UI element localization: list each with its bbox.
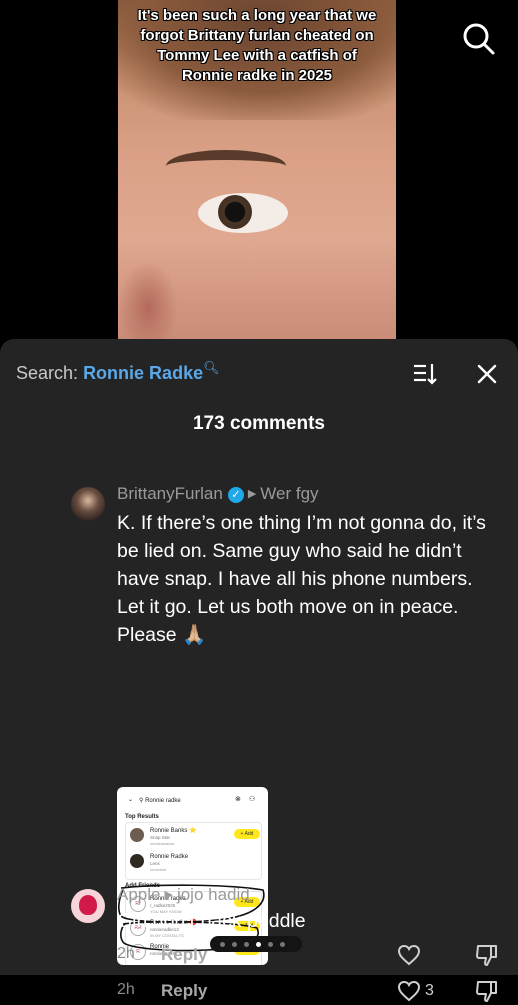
video-nose <box>118 260 178 340</box>
close-icon[interactable] <box>474 361 500 387</box>
pager-dot-active <box>256 942 261 947</box>
image-result-handle: ronnieswanks <box>150 841 175 846</box>
like-count: 3 <box>425 982 434 999</box>
carousel-pager <box>210 936 302 952</box>
image-add-button: + Add <box>234 829 260 839</box>
image-result-row: Ronnie Banks ⭐ Snap Star ronnieswanks + … <box>130 826 260 850</box>
pager-dot <box>232 942 237 947</box>
sort-icon[interactable] <box>412 361 438 387</box>
reply-to-name[interactable]: Wer fgy <box>260 484 318 503</box>
search-query-link[interactable]: Ronnie Radke <box>83 363 203 383</box>
comment-meta: Apple ▶ jojo hadid <box>117 885 250 905</box>
reply-arrow-icon: ▶ <box>247 488 257 500</box>
search-icon[interactable] <box>462 22 496 56</box>
reply-button[interactable]: Reply <box>161 945 207 965</box>
pager-dot <box>268 942 273 947</box>
image-search-text: ⚲ Ronnie radke <box>139 798 181 804</box>
comment-footer: 2h Reply 3 <box>117 979 502 1005</box>
pager-dot <box>280 942 285 947</box>
apple-avatar-icon <box>79 895 97 915</box>
dislike-icon[interactable] <box>475 943 499 967</box>
video-iris <box>218 195 252 229</box>
search-label: Search: <box>16 363 79 383</box>
clear-icon: ⊗ <box>235 796 241 803</box>
image-result-avatar <box>130 854 144 868</box>
comment-username[interactable]: Apple <box>117 885 160 904</box>
reply-button[interactable]: Reply <box>161 981 207 1001</box>
reply-arrow-icon: ▶ <box>164 889 173 901</box>
comment-time: 2h <box>117 981 135 998</box>
comment-username[interactable]: BrittanyFurlan <box>117 484 223 503</box>
comment-text: Girl don’t back peddle <box>117 910 306 932</box>
avatar[interactable] <box>71 487 105 521</box>
heart-icon[interactable] <box>397 979 421 1003</box>
image-search-bar: ⌄ ⚲ Ronnie radke ⊗ ⚇ <box>125 795 260 807</box>
image-top-results: Top Results <box>125 814 159 820</box>
comment-time: 2h <box>117 945 135 962</box>
comments-sheet: Search: Ronnie Radke🔍︎ 173 comments Brit… <box>0 339 518 1002</box>
search-row[interactable]: Search: Ronnie Radke🔍︎ <box>16 360 220 384</box>
pager-dot <box>244 942 249 947</box>
comment-meta: BrittanyFurlan ✓ ▶ Wer fgy <box>117 484 319 504</box>
add-friend-icon: ⚇ <box>249 796 256 803</box>
comment-footer: 2h Reply <box>117 943 502 969</box>
video-caption: It's been such a long year that we forgo… <box>137 7 377 84</box>
avatar[interactable] <box>71 889 105 923</box>
comments-count: 173 comments <box>192 413 325 434</box>
chevron-down-icon: ⌄ <box>128 797 134 803</box>
comment-text: K. If there’s one thing I’m not gonna do… <box>117 512 486 646</box>
image-result-handle: remixinnr <box>150 867 167 872</box>
image-result-row: Ronnie Radke Lens remixinnr <box>130 852 258 876</box>
search-query-icon: 🔍︎ <box>203 360 220 375</box>
image-results-card: Ronnie Banks ⭐ Snap Star ronnieswanks + … <box>125 822 262 880</box>
reply-to-name[interactable]: jojo hadid <box>177 885 250 904</box>
pager-dot <box>220 942 225 947</box>
verified-icon: ✓ <box>227 487 244 503</box>
image-result-avatar <box>130 828 144 842</box>
video-eyebrow <box>166 150 286 182</box>
heart-icon[interactable] <box>397 943 421 967</box>
dislike-icon[interactable] <box>475 979 499 1003</box>
